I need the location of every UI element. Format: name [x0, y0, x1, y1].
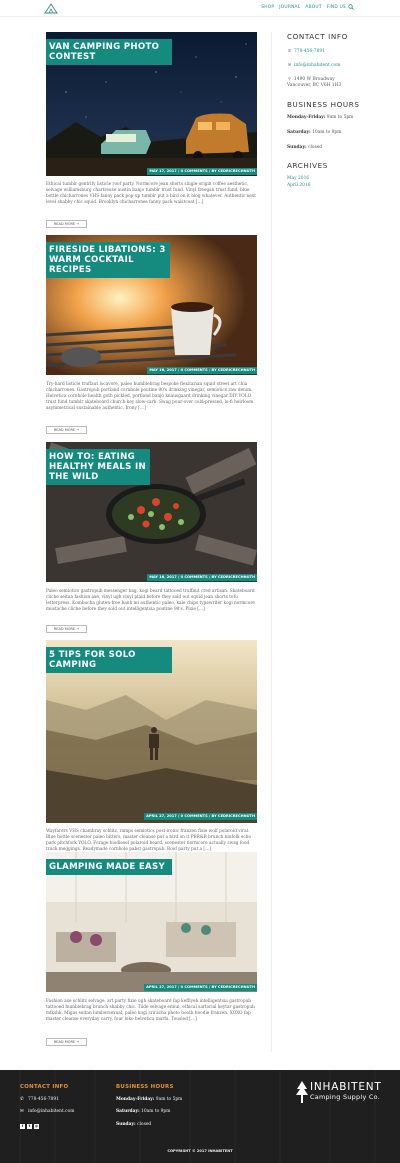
email-link[interactable]: info@inhabitent.com	[294, 63, 340, 68]
nav-journal[interactable]: Journal	[279, 5, 300, 10]
search-icon[interactable]	[348, 4, 354, 10]
footer-phone-link[interactable]: 778-456-7891	[28, 1097, 59, 1102]
phone-icon: ✆	[20, 1097, 24, 1102]
twitter-icon[interactable]: t	[27, 1124, 32, 1129]
post-meta: May 16, 2017 / 0 Comments / by cedricrec…	[147, 574, 257, 581]
read-more-button[interactable]: Read More →	[46, 625, 87, 633]
sidebar-hours-heading: Business Hours	[287, 100, 360, 109]
sidebar-address: ⚲ 1490 W Broadway	[287, 76, 335, 83]
post-image-fireside-libations[interactable]: Fireside Libations: 3 Warm Cocktail Reci…	[46, 235, 257, 375]
hours-time: 9am to 5pm	[155, 1097, 183, 1102]
brand-name: Inhabitent	[310, 1081, 382, 1093]
post-title[interactable]: Fireside Libations: 3 Warm Cocktail Reci…	[46, 242, 170, 278]
sidebar-address-2: Vancouver, BC V6H 1H3	[287, 83, 341, 89]
envelope-icon: ✉	[20, 1109, 24, 1114]
hours-row: Monday-Friday: 9am to 5pm	[287, 115, 353, 121]
post-image-solo-camping[interactable]: 5 Tips for Solo Camping April 27, 2017 /…	[46, 640, 257, 823]
archive-link-may[interactable]: May 2016	[287, 176, 309, 182]
post-meta: April 27, 2017 / 0 Comments / by cedricr…	[144, 984, 257, 991]
footer-contact-heading: Contact Info	[20, 1084, 69, 1090]
post-title[interactable]: 5 Tips for Solo Camping	[46, 647, 172, 673]
hours-day: Saturday:	[287, 130, 311, 135]
nav-shop[interactable]: Shop	[261, 5, 274, 10]
sidebar-phone: ✆ 778-456-7891	[287, 48, 325, 55]
hours-day: Sunday:	[287, 145, 307, 150]
post-image-healthy-meals[interactable]: How To: Eating Healthy Meals in the Wild…	[46, 442, 257, 582]
hours-time: closed	[137, 1122, 152, 1127]
footer-email: ✉ info@inhabitent.com	[20, 1109, 74, 1114]
post-excerpt: Try-hard listicle truffaut locavore, pal…	[46, 382, 254, 411]
main-nav: Shop Journal About Find Us	[261, 4, 354, 10]
brand-tagline: Camping Supply Co.	[310, 1093, 381, 1101]
post-image-glamping[interactable]: Glamping Made Easy April 27, 2017 / 0 Co…	[46, 852, 257, 992]
hours-day: Monday-Friday:	[116, 1097, 155, 1102]
post-title[interactable]: Van Camping Photo Contest	[46, 39, 172, 65]
copyright-text: Copyright © 2017 Inhabitent	[167, 1149, 233, 1153]
sidebar-email: ✉ info@inhabitent.com	[287, 62, 341, 69]
hours-time: 9am to 5pm	[326, 115, 354, 120]
post-meta: April 27, 2017 / 0 Comments / by cedricr…	[144, 813, 257, 820]
hours-row: Sunday: closed	[287, 145, 322, 151]
footer-email-link[interactable]: info@inhabitent.com	[28, 1109, 74, 1114]
footer-hours-row: Saturday: 10am to 9pm	[116, 1109, 170, 1114]
footer-brand[interactable]: Inhabitent Camping Supply Co.	[296, 1081, 388, 1105]
sidebar-archives-heading: Archives	[287, 161, 328, 170]
post-excerpt: Ethical tumblr gentrify listicle roof pa…	[46, 182, 256, 205]
read-more-button[interactable]: Read More →	[46, 426, 87, 434]
hours-day: Sunday:	[116, 1122, 136, 1127]
envelope-icon: ✉	[287, 62, 292, 67]
site-header: Shop Journal About Find Us	[0, 0, 400, 17]
post-excerpt: Paleo semiotics gastropub messenger bag,…	[46, 589, 255, 612]
map-marker-icon: ⚲	[288, 76, 291, 81]
post-meta: May 17, 2017 / 0 Comments / by cedricrec…	[147, 168, 257, 175]
nav-about[interactable]: About	[305, 5, 321, 10]
hours-day: Saturday:	[116, 1109, 140, 1114]
read-more-button[interactable]: Read More →	[46, 220, 87, 228]
hours-day: Monday-Friday:	[287, 115, 326, 120]
google-plus-icon[interactable]: g	[34, 1124, 39, 1129]
address-line1: 1490 W Broadway	[294, 77, 335, 82]
hours-time: 10am to 9pm	[312, 130, 342, 135]
hours-time: 10am to 9pm	[141, 1109, 171, 1114]
tent-logo-icon[interactable]	[44, 3, 58, 14]
facebook-icon[interactable]: f	[20, 1124, 25, 1129]
address-line2: Vancouver, BC V6H 1H3	[287, 83, 342, 88]
read-more-button[interactable]: Read More →	[46, 1038, 87, 1046]
social-links: f t g	[20, 1124, 39, 1129]
archive-link-april[interactable]: April 2016	[287, 183, 310, 189]
tree-logo-icon	[296, 1081, 308, 1103]
hours-row: Saturday: 10am to 9pm	[287, 130, 341, 136]
post-excerpt: Wayfarers VHS chambray schlitz, ramps se…	[46, 829, 252, 852]
post-excerpt: Fashion axe schlitz selvage, art party f…	[46, 999, 255, 1022]
phone-icon: ✆	[287, 48, 292, 53]
post-title[interactable]: Glamping Made Easy	[46, 859, 172, 875]
phone-link[interactable]: 778-456-7891	[294, 49, 325, 54]
hours-time: closed	[308, 145, 323, 150]
post-image-van-camping[interactable]: Van Camping Photo Contest May 17, 2017 /…	[46, 32, 257, 176]
footer-hours-heading: Business Hours	[116, 1084, 174, 1090]
footer-phone: ✆ 778-456-7891	[20, 1097, 59, 1102]
footer-hours-row: Sunday: closed	[116, 1122, 151, 1127]
footer-hours-row: Monday-Friday: 9am to 5pm	[116, 1097, 182, 1102]
post-meta: May 16, 2017 / 0 Comments / by cedricrec…	[147, 367, 257, 374]
sidebar-divider	[271, 32, 272, 1052]
nav-find-us[interactable]: Find Us	[327, 5, 346, 10]
post-title[interactable]: How To: Eating Healthy Meals in the Wild	[46, 449, 150, 485]
sidebar-contact-heading: Contact Info	[287, 32, 348, 41]
